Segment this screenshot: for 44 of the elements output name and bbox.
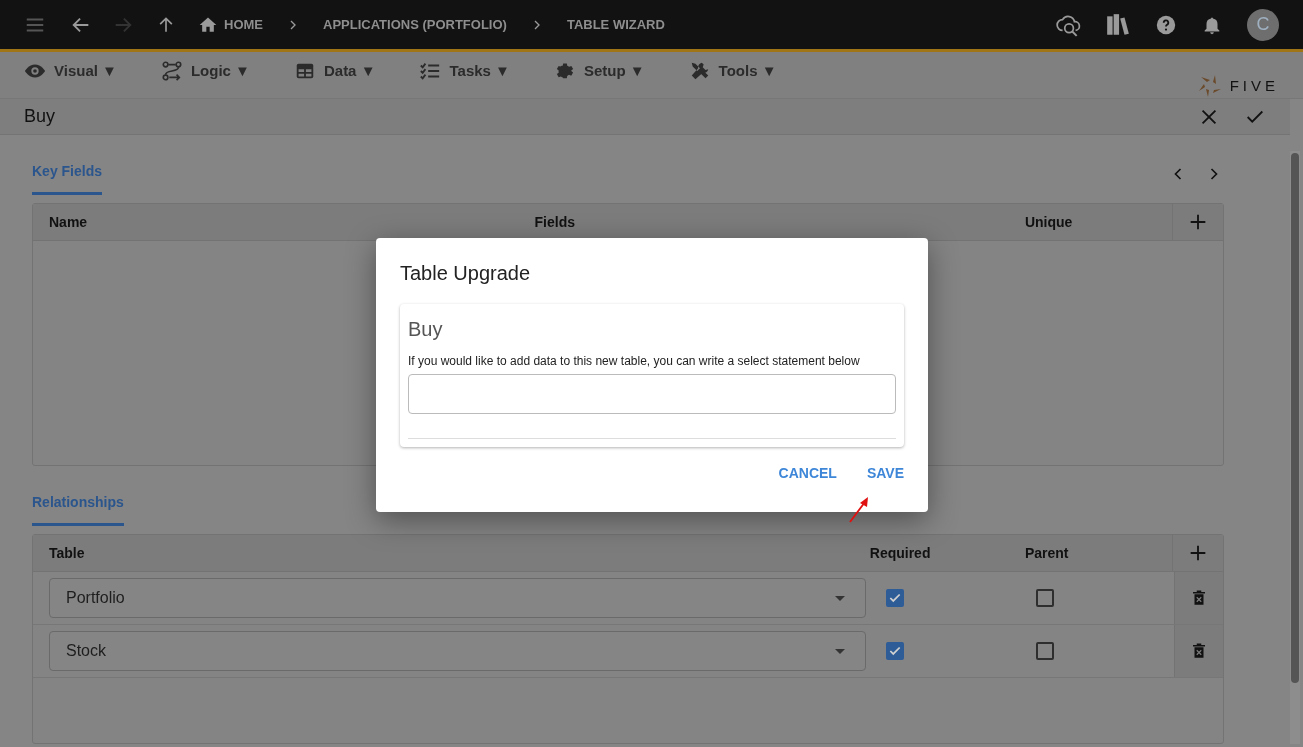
dropdown-icon [835, 648, 845, 654]
checkbox[interactable] [1036, 642, 1055, 660]
dialog-button[interactable]: SAVE [866, 463, 904, 484]
menu-button[interactable]: Data ▼ [293, 60, 376, 83]
logo-text: FIVE [1229, 75, 1279, 96]
column-header: Parent [1024, 544, 1069, 561]
checkbox[interactable] [886, 642, 904, 660]
tab[interactable]: Key Fields [32, 153, 103, 195]
logo-icon [1197, 74, 1222, 98]
tab[interactable]: Relationships [32, 484, 124, 526]
dialog-title: Table Upgrade [400, 261, 532, 286]
check-icon [888, 591, 902, 605]
menu-button[interactable]: Visual ▼ [24, 60, 117, 83]
menu-button[interactable]: Tasks ▼ [419, 60, 510, 83]
input-field[interactable] [408, 374, 896, 414]
route-icon [160, 60, 183, 83]
form-title: Buy [24, 105, 56, 128]
breadcrumb-link[interactable]: TABLE WIZARD [566, 14, 665, 35]
dialog-button[interactable]: CANCEL [778, 463, 837, 484]
column-header: Table [49, 544, 85, 561]
help-icon[interactable] [1155, 13, 1177, 36]
table-select[interactable]: Portfolio [49, 578, 866, 618]
checkbox[interactable] [886, 589, 904, 607]
checkbox[interactable] [1036, 589, 1055, 607]
menu-button[interactable]: Tools ▼ [688, 60, 777, 83]
avatar[interactable]: C [1247, 8, 1279, 41]
table-select[interactable]: Stock [49, 631, 866, 671]
instruction-text: If you would like to add data to this new table, you can write a select statement below [408, 354, 860, 368]
card-heading: Buy [408, 317, 444, 342]
column-header: Fields [534, 213, 575, 230]
pointer-arrow [849, 497, 868, 523]
select-value: Stock [66, 641, 106, 661]
menu-button[interactable]: Setup ▼ [553, 60, 645, 83]
scrollbar[interactable] [1290, 151, 1300, 744]
books-icon[interactable] [1105, 11, 1131, 38]
column-header: Name [49, 213, 88, 230]
dropdown-icon [835, 595, 845, 601]
breadcrumb-link[interactable]: HOME [198, 14, 263, 35]
column-header: Required [869, 544, 931, 561]
menu-button[interactable]: Logic ▼ [160, 60, 250, 83]
check-icon [888, 644, 902, 658]
breadcrumb-link[interactable]: APPLICATIONS (PORTFOLIO) [323, 14, 507, 35]
column-header: Unique [1024, 213, 1073, 230]
select-value: Portfolio [66, 588, 125, 608]
